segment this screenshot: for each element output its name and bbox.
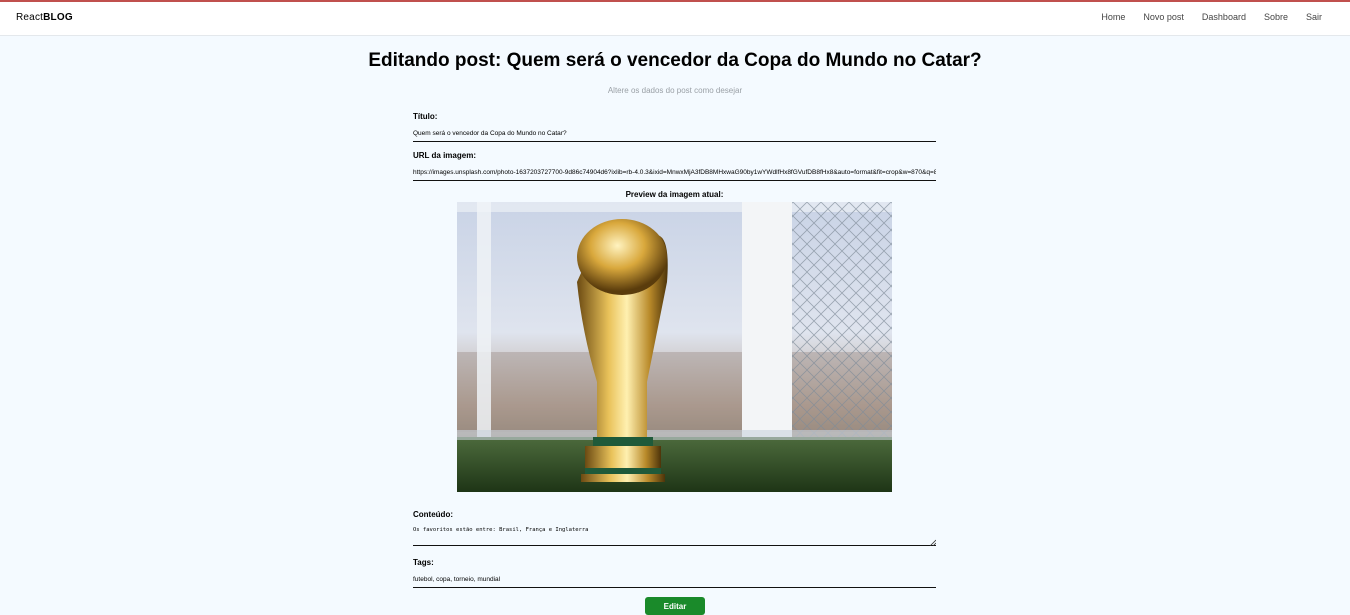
brand-bold: BLOG bbox=[43, 12, 73, 23]
resize-grip-icon[interactable] bbox=[929, 539, 936, 546]
tags-label: Tags: bbox=[413, 558, 434, 567]
nav-home[interactable]: Home bbox=[1101, 12, 1125, 22]
page-subtitle: Altere os dados do post como desejar bbox=[607, 86, 743, 95]
content-label: Conteúdo: bbox=[413, 510, 453, 519]
content-textarea[interactable]: Os favoritos estão entre: Brasil, França… bbox=[413, 523, 936, 546]
title-input[interactable] bbox=[413, 125, 936, 142]
tags-input[interactable] bbox=[413, 571, 936, 588]
navbar: ReactBLOG Home Novo post Dashboard Sobre… bbox=[0, 2, 1350, 36]
nav-logout[interactable]: Sair bbox=[1306, 12, 1322, 22]
image-url-label: URL da imagem: bbox=[413, 151, 476, 160]
nav-dashboard[interactable]: Dashboard bbox=[1202, 12, 1246, 22]
nav-links: Home Novo post Dashboard Sobre Sair bbox=[1101, 12, 1322, 22]
image-url-input[interactable] bbox=[413, 164, 936, 181]
trophy-image bbox=[457, 202, 892, 492]
brand-logo[interactable]: ReactBLOG bbox=[16, 12, 73, 23]
nav-about[interactable]: Sobre bbox=[1264, 12, 1288, 22]
nav-new-post[interactable]: Novo post bbox=[1143, 12, 1184, 22]
title-label: Título: bbox=[413, 112, 438, 121]
edit-button[interactable]: Editar bbox=[645, 597, 705, 615]
image-preview bbox=[457, 202, 892, 492]
brand-prefix: React bbox=[16, 12, 44, 23]
preview-label: Preview da imagem atual: bbox=[625, 190, 724, 199]
page-title: Editando post: Quem será o vencedor da C… bbox=[368, 50, 982, 71]
